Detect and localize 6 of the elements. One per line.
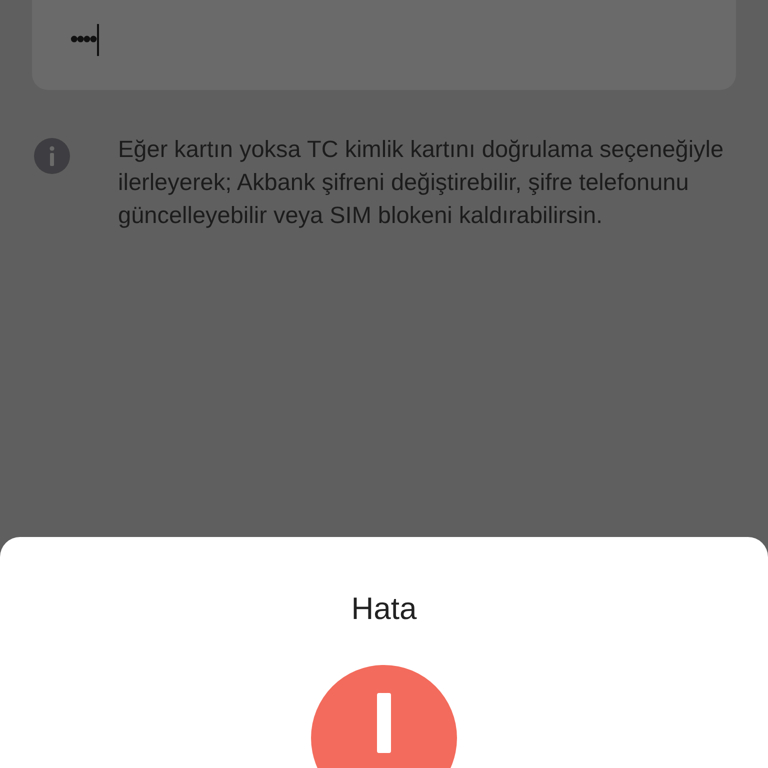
info-text: Eğer kartın yoksa TC kimlik kartını doğrulama seçeneğiyle ilerleyerek; Akbank şifreni değiştirebilir, şifre telefonunu güncelleyebilir veya SIM blokeni kaldırabilirsin. [118, 135, 725, 230]
password-value: •••• [70, 26, 96, 54]
text-cursor [96, 24, 99, 56]
password-field[interactable]: •••• [32, 0, 736, 90]
sheet-title: Hata [351, 591, 417, 627]
info-icon [34, 138, 70, 174]
